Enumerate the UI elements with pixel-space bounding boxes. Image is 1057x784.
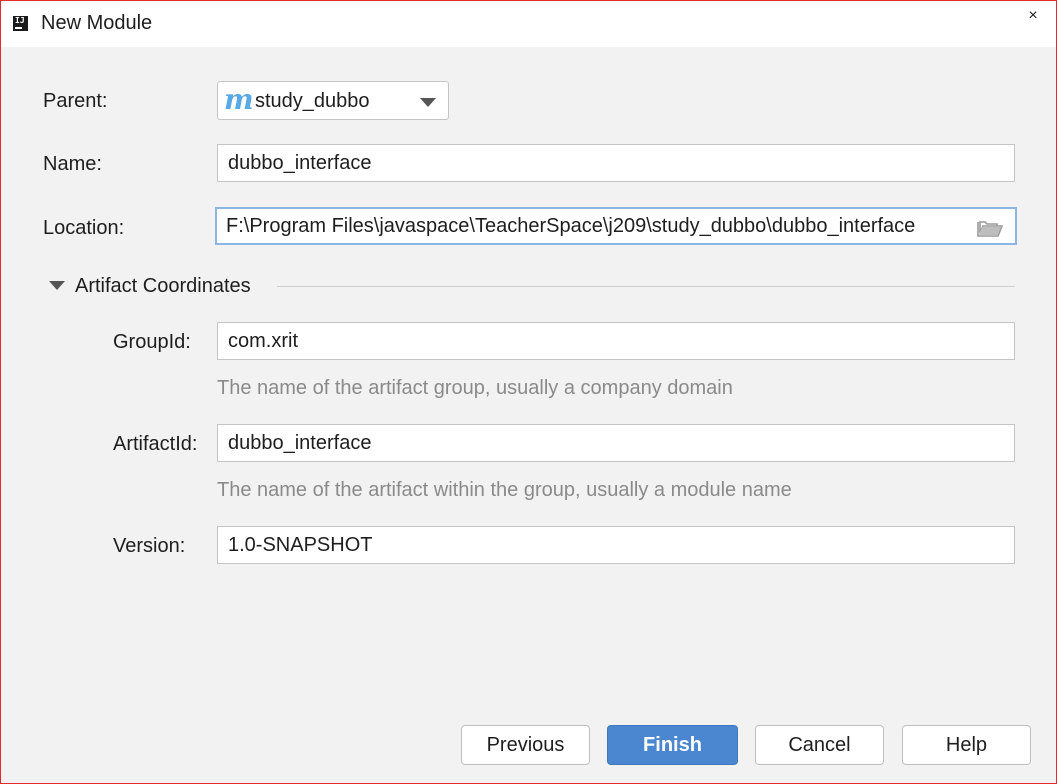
chevron-down-icon (420, 98, 436, 107)
help-button[interactable]: Help (902, 725, 1031, 765)
name-field[interactable]: dubbo_interface (217, 144, 1015, 182)
name-label: Name: (43, 153, 102, 175)
cancel-button[interactable]: Cancel (755, 725, 884, 765)
version-field[interactable]: 1.0-SNAPSHOT (217, 526, 1015, 564)
new-module-dialog: IJ New Module × Parent: m study_dubbo Na… (0, 0, 1057, 784)
previous-button[interactable]: Previous (461, 725, 590, 765)
parent-label: Parent: (43, 90, 108, 112)
collapse-triangle-icon[interactable] (49, 281, 65, 290)
location-field[interactable]: F:\Program Files\javaspace\TeacherSpace\… (215, 207, 1017, 245)
finish-button[interactable]: Finish (607, 725, 738, 765)
title-bar: IJ New Module × (1, 1, 1056, 47)
artifactid-field[interactable]: dubbo_interface (217, 424, 1015, 462)
groupid-label: GroupId: (113, 331, 191, 353)
close-icon[interactable]: × (1024, 7, 1042, 25)
folder-icon[interactable] (977, 219, 1003, 237)
intellij-app-icon: IJ (13, 16, 28, 31)
parent-dropdown[interactable]: m study_dubbo (217, 81, 449, 120)
artifact-coordinates-header[interactable]: Artifact Coordinates (75, 275, 251, 298)
groupid-field[interactable]: com.xrit (217, 322, 1015, 360)
artifactid-hint: The name of the artifact within the grou… (217, 479, 792, 501)
version-label: Version: (113, 535, 186, 557)
location-label: Location: (43, 217, 125, 239)
parent-selected-value: study_dubbo (255, 90, 370, 112)
location-value: F:\Program Files\javaspace\TeacherSpace\… (226, 215, 916, 237)
artifactid-label: ArtifactId: (113, 433, 198, 455)
maven-module-icon: m (224, 83, 254, 116)
dialog-title: New Module (41, 12, 153, 34)
groupid-hint: The name of the artifact group, usually … (217, 377, 733, 399)
section-divider (277, 286, 1015, 287)
